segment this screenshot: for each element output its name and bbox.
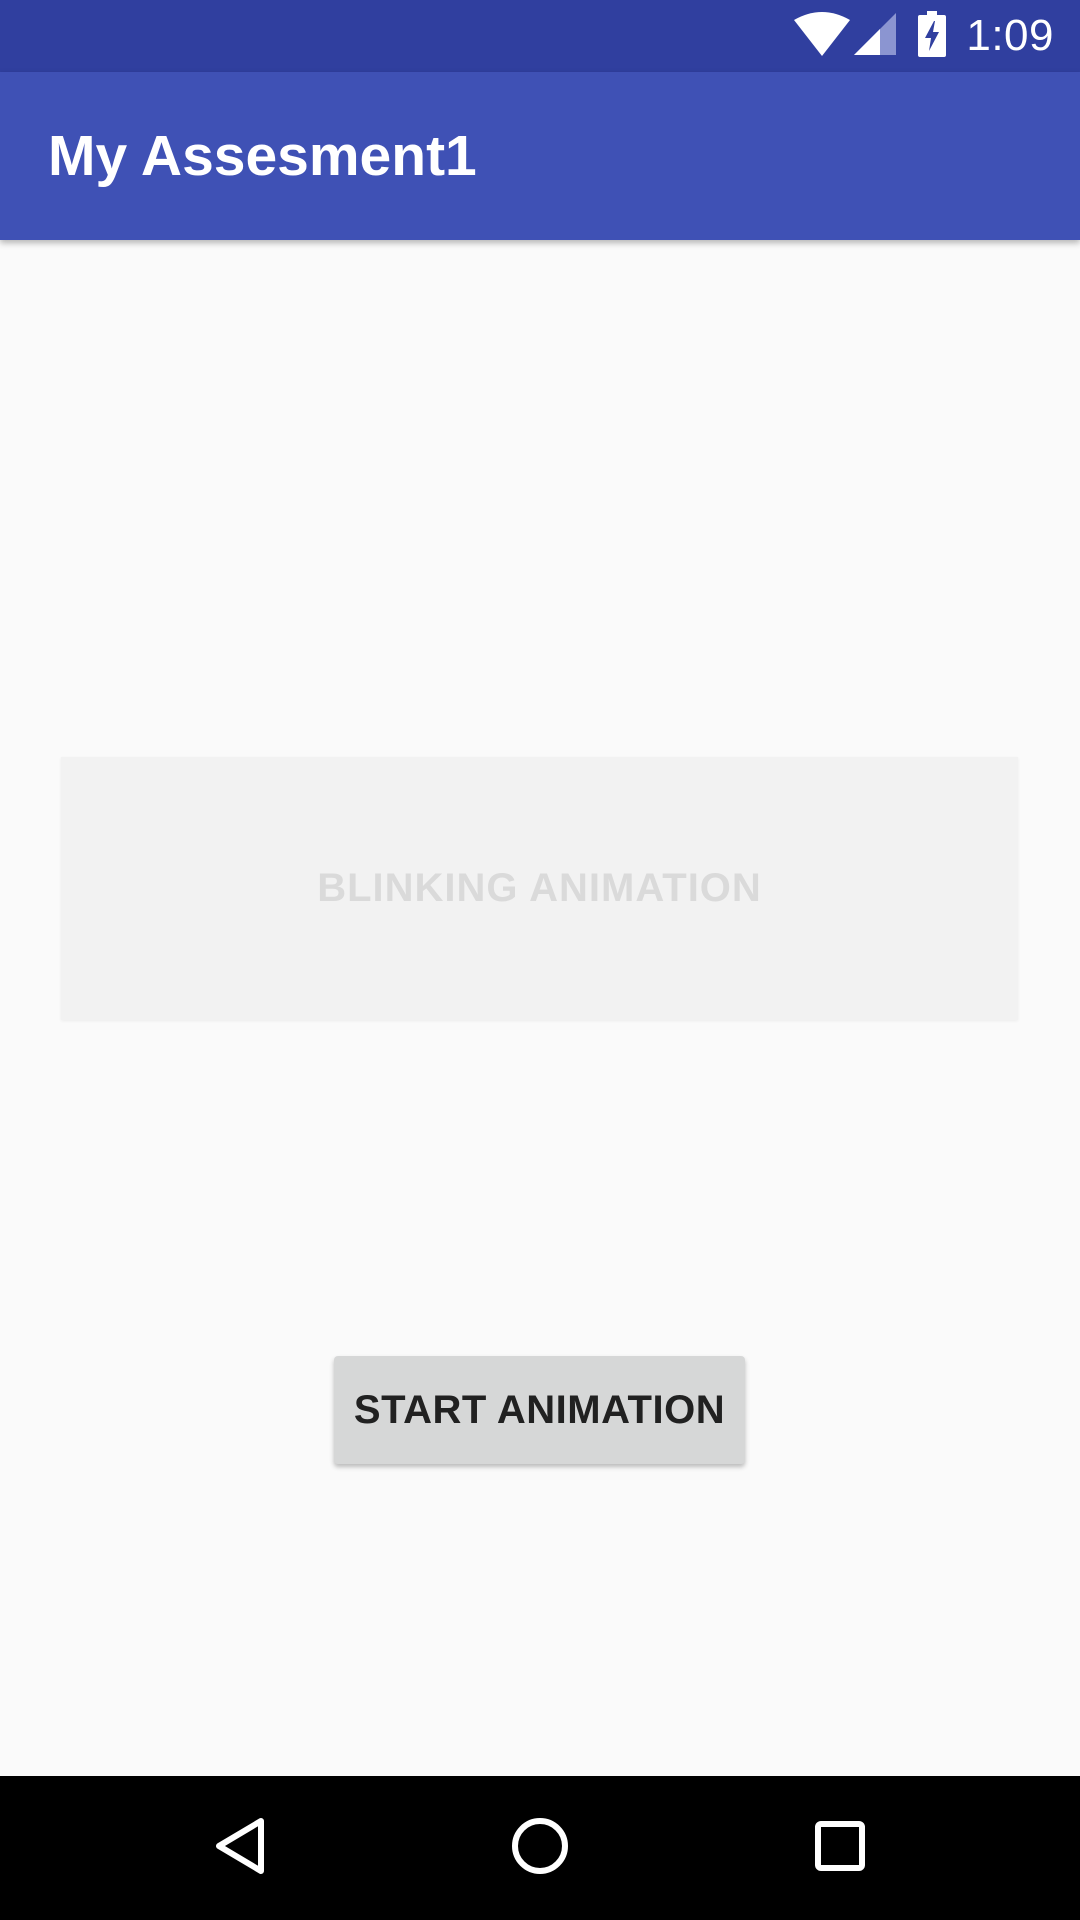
- recents-icon: [814, 1820, 866, 1877]
- battery-charging-icon: [918, 10, 947, 62]
- wifi-icon: [794, 11, 851, 61]
- blinking-animation-label: BLINKING ANIMATION: [317, 866, 762, 910]
- home-icon: [510, 1816, 570, 1881]
- app-title: My Assesment1: [48, 124, 477, 188]
- back-icon: [211, 1815, 269, 1882]
- signal-icon: [854, 12, 897, 60]
- start-animation-button[interactable]: START ANIMATION: [334, 1356, 745, 1464]
- blinking-text-view: BLINKING ANIMATION: [61, 757, 1018, 1020]
- recents-button[interactable]: [760, 1776, 920, 1920]
- navigation-bar: [0, 1776, 1080, 1920]
- app-bar: My Assesment1: [0, 72, 1080, 240]
- start-animation-label: START ANIMATION: [353, 1387, 726, 1432]
- home-button[interactable]: [460, 1776, 620, 1920]
- status-icons: 1:09: [794, 0, 1054, 72]
- status-bar: 1:09: [0, 0, 1080, 72]
- status-clock: 1:09: [966, 11, 1054, 60]
- main-content: BLINKING ANIMATION START ANIMATION: [0, 240, 1080, 1776]
- back-button[interactable]: [160, 1776, 320, 1920]
